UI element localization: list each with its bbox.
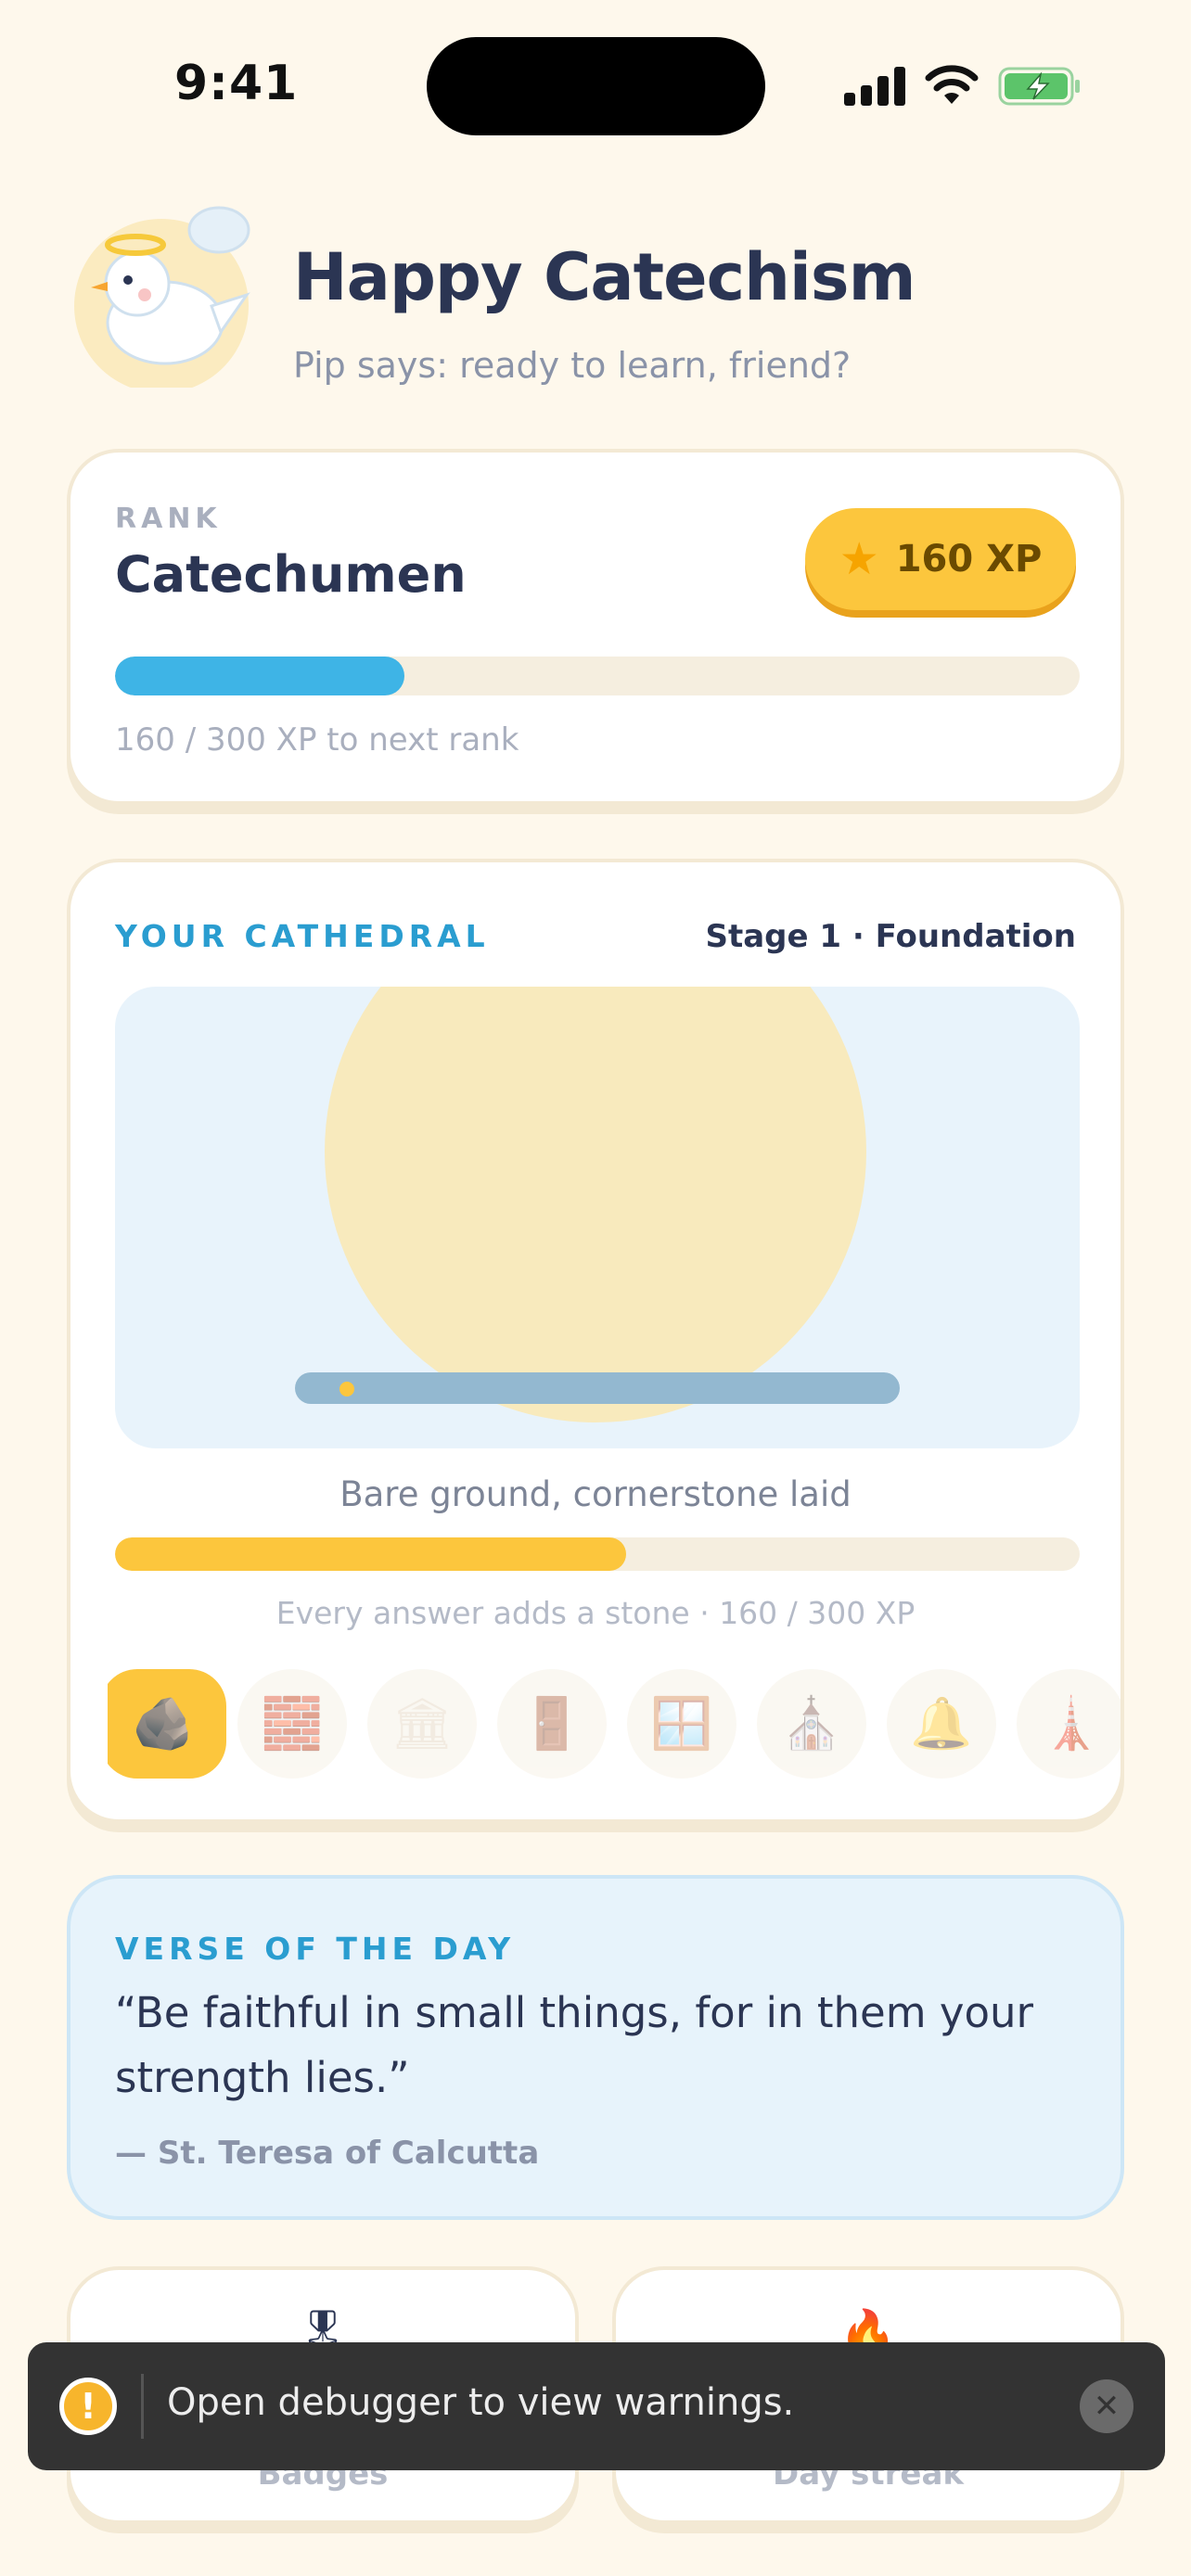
rank-progress-fill — [115, 657, 404, 695]
bell-icon[interactable]: 🔔 — [887, 1669, 996, 1779]
cathedral-progress-bar — [115, 1537, 1080, 1571]
cathedral-progress-fill — [115, 1537, 627, 1571]
cornerstone-marker — [339, 1382, 354, 1396]
cathedral-progress-caption: Every answer adds a stone · 160 / 300 XP — [275, 1595, 916, 1631]
cathedral-card: YOUR CATHEDRAL Stage 1 · Foundation Bare… — [67, 859, 1124, 1823]
church-icon[interactable]: ⛪ — [757, 1669, 866, 1779]
warning-icon: ! — [59, 2378, 117, 2435]
cathedral-stage-label: Stage 1 · Foundation — [705, 918, 1076, 955]
rank-card: RANK Catechumen ★ 160 XP 160 / 300 XP to… — [67, 449, 1124, 805]
door-icon[interactable]: 🚪 — [497, 1669, 607, 1779]
stage-icon-row[interactable]: 🪨 🧱 🏛 🚪 🪟 ⛪ 🔔 🗼 — [108, 1669, 1121, 1782]
window-icon[interactable]: 🪟 — [627, 1669, 736, 1779]
mascot-greeting: Pip says: ready to learn, friend? — [293, 345, 852, 386]
verse-card: VERSE OF THE DAY “Be faithful in small t… — [67, 1875, 1124, 2220]
status-time: 9:41 — [174, 56, 299, 111]
verse-text: “Be faithful in small things, for in the… — [115, 1988, 1034, 2102]
star-icon: ★ — [839, 533, 879, 585]
rank-label: RANK — [115, 503, 222, 535]
rank-progress-caption: 160 / 300 XP to next rank — [115, 721, 519, 759]
rank-name: Catechumen — [115, 545, 467, 604]
status-bar: 9:41 — [0, 0, 1191, 139]
wifi-icon — [925, 65, 979, 104]
cellular-signal-icon — [844, 65, 905, 106]
columns-icon[interactable]: 🏛 — [367, 1669, 477, 1779]
rock-icon[interactable]: 🪨 — [108, 1669, 226, 1779]
pip-mascot-icon — [74, 206, 250, 388]
xp-total: 160 XP — [895, 538, 1043, 580]
close-icon[interactable]: ✕ — [1080, 2379, 1133, 2433]
cathedral-scene — [115, 987, 1080, 1448]
toast-divider — [141, 2374, 144, 2439]
debugger-warning-toast[interactable]: ! Open debugger to view warnings. ✕ — [28, 2342, 1165, 2470]
verse-source: — St. Teresa of Calcutta — [115, 2135, 540, 2172]
ground-illustration — [295, 1372, 900, 1404]
dynamic-island — [427, 37, 765, 135]
bricks-icon[interactable]: 🧱 — [237, 1669, 347, 1779]
xp-badge: ★ 160 XP — [805, 508, 1076, 610]
sun-illustration — [325, 987, 866, 1422]
cathedral-section-label: YOUR CATHEDRAL — [115, 918, 490, 954]
spire-icon[interactable]: 🗼 — [1017, 1669, 1121, 1779]
app-title: Happy Catechism — [293, 239, 916, 315]
battery-charging-icon — [998, 67, 1080, 106]
scene-caption: Bare ground, cornerstone laid — [339, 1474, 852, 1514]
rank-progress-bar — [115, 657, 1080, 695]
verse-label: VERSE OF THE DAY — [115, 1931, 516, 1967]
toast-message: Open debugger to view warnings. — [167, 2381, 795, 2424]
